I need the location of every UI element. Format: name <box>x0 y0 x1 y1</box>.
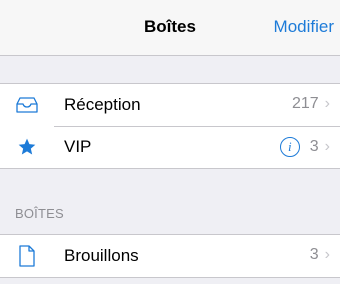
mailbox-count-wrap: i 3 › <box>279 137 330 157</box>
folder-count-wrap: 3 › <box>310 246 330 264</box>
unread-count: 217 <box>291 95 319 112</box>
mailbox-label: Réception <box>64 95 141 114</box>
chevron-right-icon: › <box>324 246 330 263</box>
chevron-right-icon: › <box>324 138 330 155</box>
unread-count: 3 <box>309 246 319 263</box>
mailbox-row-vip[interactable]: VIP i 3 › <box>0 126 340 168</box>
folder-row-drafts[interactable]: Brouillons 3 › <box>0 235 340 277</box>
folders-group: Brouillons 3 › <box>0 234 340 278</box>
inbox-tray-icon <box>15 94 39 116</box>
navigation-bar: Boîtes Modifier <box>0 0 340 56</box>
info-icon[interactable]: i <box>279 137 300 157</box>
mailbox-row-inbox[interactable]: Réception 217 › <box>0 84 340 126</box>
section-header: BOÎTES <box>15 206 64 221</box>
folder-label: Brouillons <box>64 246 139 265</box>
mailboxes-group: Réception 217 › VIP i 3 › <box>0 83 340 169</box>
mailbox-count-wrap: 217 › <box>292 95 330 113</box>
document-icon <box>15 245 39 267</box>
unread-count: 3 <box>309 138 319 155</box>
edit-button[interactable]: Modifier <box>274 17 334 37</box>
chevron-right-icon: › <box>324 95 330 112</box>
star-icon <box>15 136 39 158</box>
mailbox-label: VIP <box>64 137 92 156</box>
